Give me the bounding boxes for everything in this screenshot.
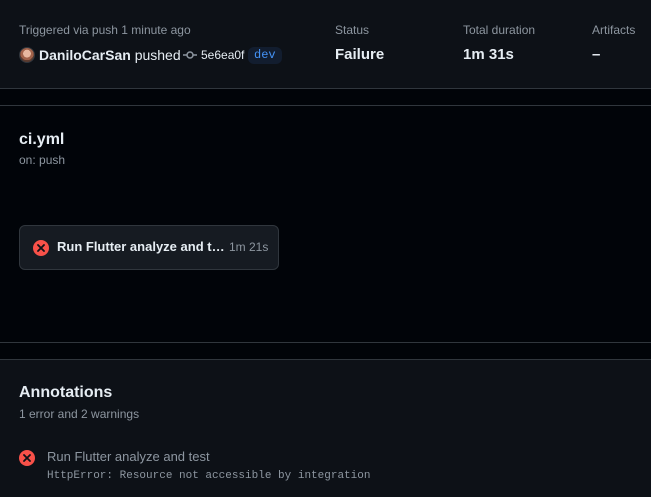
annotation-message: HttpError: Resource not accessible by in… [47,470,371,482]
annotations-title: Annotations [19,384,113,401]
annotations-panel: Annotations 1 error and 2 warnings Run F… [0,359,651,497]
actor-line: DaniloCarSan pushed [39,47,181,63]
annotation-title[interactable]: Run Flutter analyze and test [47,449,210,464]
run-summary: Triggered via push 1 minute ago DaniloCa… [0,0,651,89]
job-name: Run Flutter analyze and test [57,239,225,254]
duration-value: 1m 31s [463,46,514,63]
status-value: Failure [335,46,385,63]
workflow-name: ci.yml [19,131,65,148]
actor-avatar[interactable] [19,47,35,63]
branch-badge[interactable]: dev [248,47,282,64]
duration-label: Total duration [463,23,536,37]
x-circle-fill-icon [33,240,49,256]
workflow-trigger: on: push [19,153,66,167]
commit-sha-link[interactable]: 5e6ea0f [201,48,244,62]
actor-name[interactable]: DaniloCarSan [39,47,131,63]
status-label: Status [335,23,370,37]
x-circle-fill-icon [19,450,35,466]
job-card[interactable]: Run Flutter analyze and test 1m 21s [19,225,279,270]
job-duration: 1m 21s [229,240,269,254]
trigger-text: Triggered via push 1 minute ago [19,23,191,37]
actor-action: pushed [134,47,181,63]
artifacts-value: – [592,46,601,63]
annotations-summary: 1 error and 2 warnings [19,407,140,421]
workflow-graph: ci.yml on: push Run Flutter analyze and … [0,105,651,343]
artifacts-label: Artifacts [592,23,636,37]
git-commit-icon [183,51,197,59]
